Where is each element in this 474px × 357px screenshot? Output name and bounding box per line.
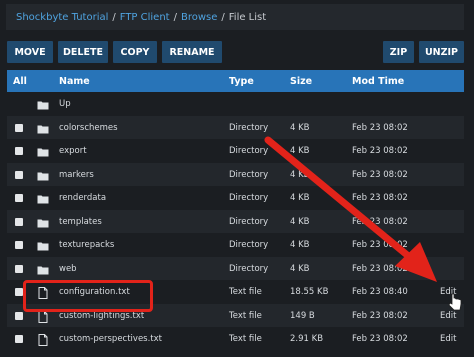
hand-pointer-icon [448,293,462,311]
annotation-overlay [264,136,462,311]
annotation-arrow-shaft [264,136,422,268]
